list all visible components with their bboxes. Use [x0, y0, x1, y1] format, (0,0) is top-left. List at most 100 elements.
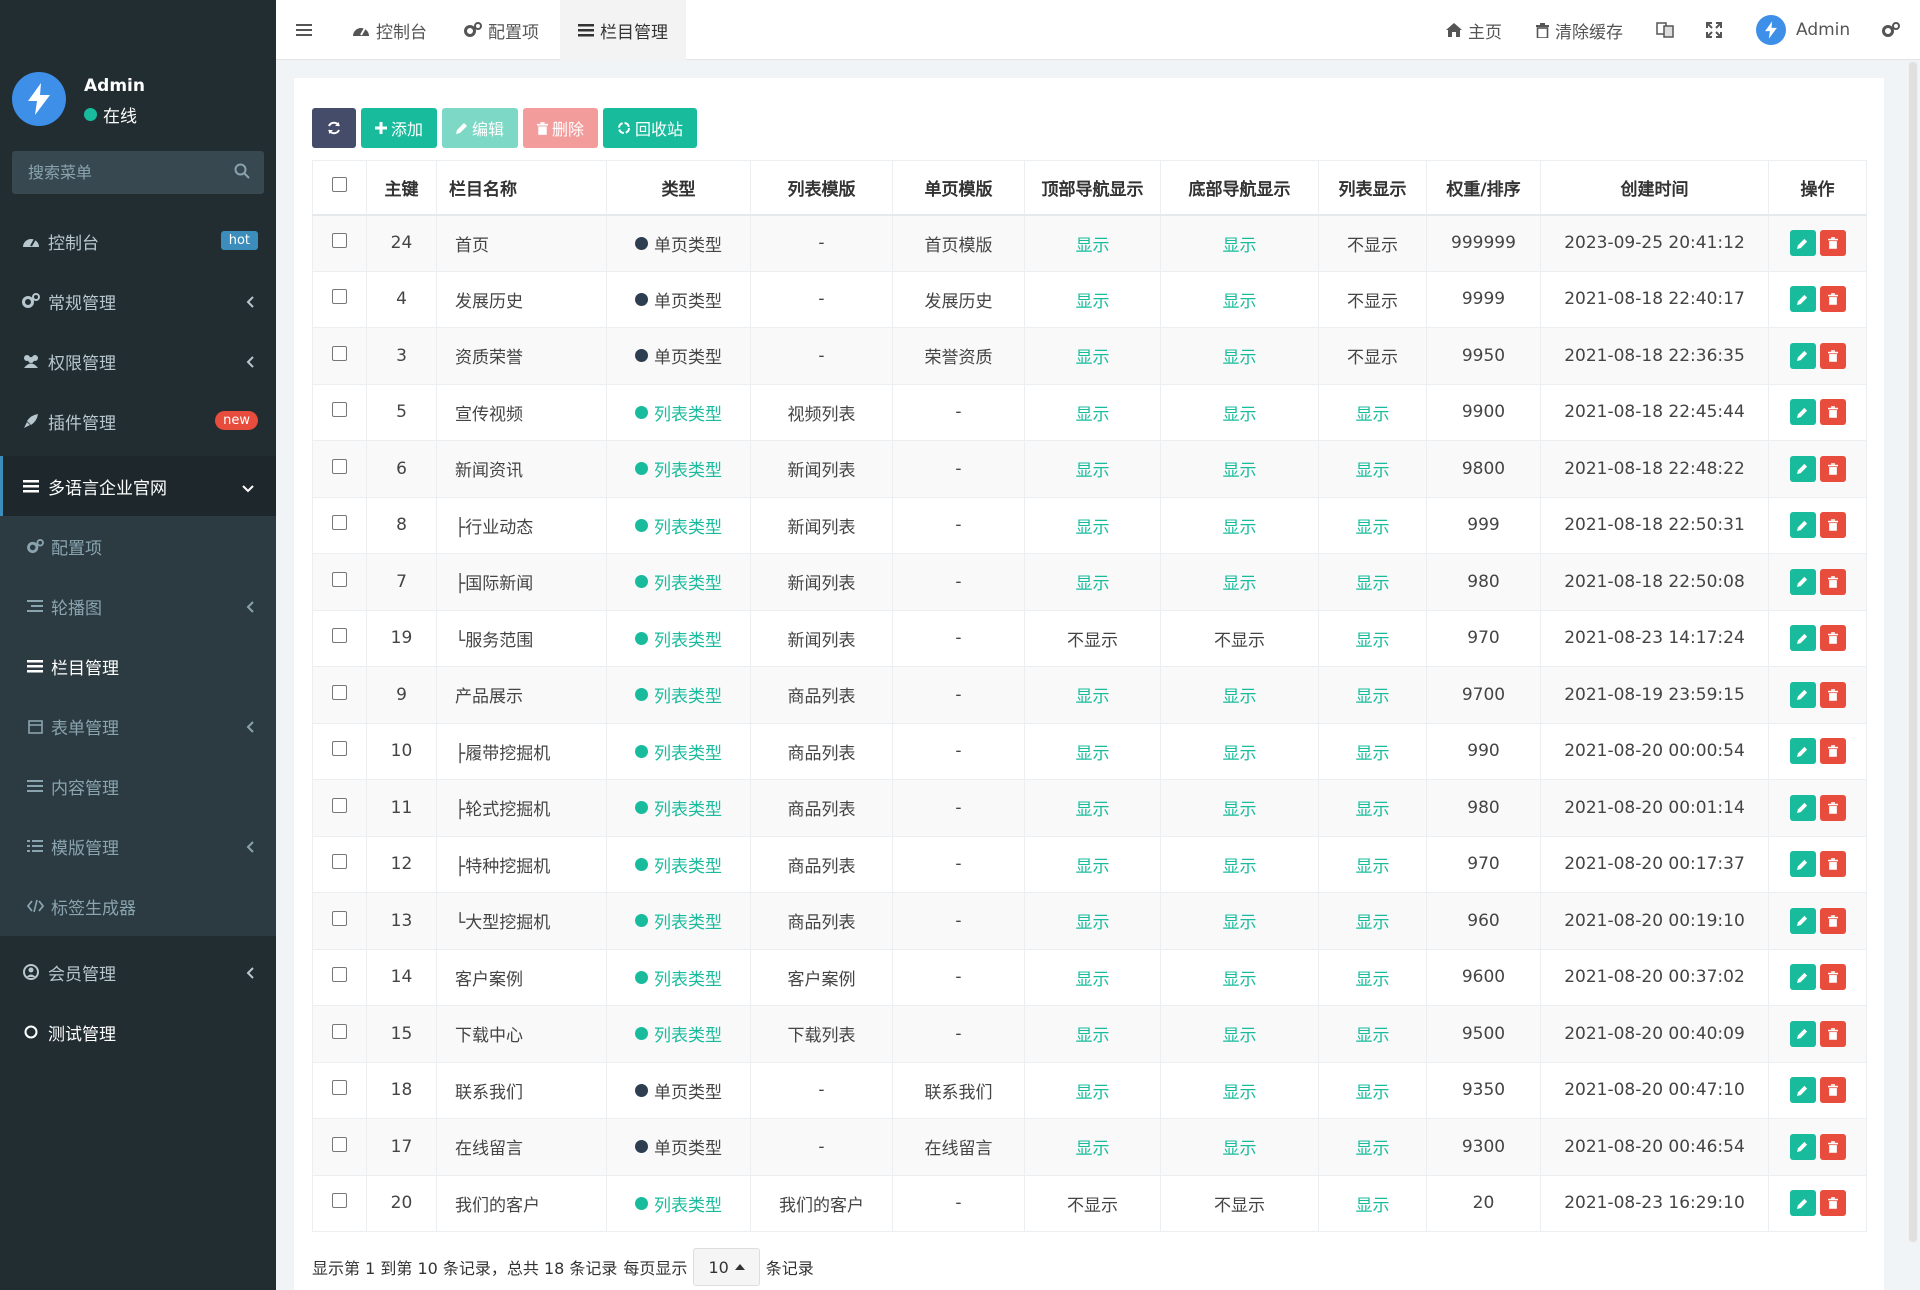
table-row[interactable]: 13 └大型挖掘机 列表类型 商品列表 - 显示 显示 显示 960 2021-08-20 00:… — [312, 892, 1867, 950]
row-delete-button[interactable] — [1819, 512, 1846, 539]
fullscreen-button[interactable] — [1706, 0, 1722, 60]
row-delete-button[interactable] — [1819, 964, 1846, 991]
row-edit-button[interactable] — [1789, 794, 1816, 821]
table-row[interactable]: 11 ├轮式挖掘机 列表类型 商品列表 - 显示 显示 显示 980 2021-08-20 00:… — [312, 779, 1867, 837]
row-edit-button[interactable] — [1789, 851, 1816, 878]
edit-button[interactable]: 编辑 — [442, 108, 519, 148]
row-edit-button[interactable] — [1789, 512, 1816, 539]
row-checkbox[interactable] — [332, 628, 347, 644]
row-edit-button[interactable] — [1789, 342, 1816, 369]
translate-button[interactable] — [1656, 0, 1674, 60]
row-delete-button[interactable] — [1819, 681, 1846, 708]
table-row[interactable]: 7 ├国际新闻 列表类型 新闻列表 - 显示 显示 显示 980 2021-08-18 22:50… — [312, 553, 1867, 611]
row-delete-button[interactable] — [1819, 794, 1846, 821]
row-edit-button[interactable] — [1789, 964, 1816, 991]
row-checkbox[interactable] — [332, 1080, 347, 1096]
sidebar-subitem-templates[interactable]: 模版管理 — [0, 816, 276, 876]
row-edit-button[interactable] — [1789, 568, 1816, 595]
column-header[interactable]: 栏目名称 — [436, 160, 607, 216]
tab-config[interactable]: 配置项 — [464, 0, 539, 60]
sidebar-subitem-carousel[interactable]: 轮播图 — [0, 576, 276, 636]
row-delete-button[interactable] — [1819, 286, 1846, 313]
add-button[interactable]: 添加 — [361, 108, 438, 148]
row-delete-button[interactable] — [1819, 1077, 1846, 1104]
row-edit-button[interactable] — [1789, 907, 1816, 934]
home-link[interactable]: 主页 — [1446, 0, 1502, 60]
row-checkbox[interactable] — [332, 910, 347, 926]
row-select-cell[interactable] — [312, 1061, 367, 1119]
column-header[interactable]: 创建时间 — [1540, 160, 1769, 216]
row-edit-button[interactable] — [1789, 455, 1816, 482]
row-edit-button[interactable] — [1789, 230, 1816, 256]
row-edit-button[interactable] — [1789, 399, 1816, 426]
sidebar-subitem-tag-generator[interactable]: 标签生成器 — [0, 876, 276, 936]
table-row[interactable]: 20 我们的客户 列表类型 我们的客户 - 不显示 不显示 显示 20 2021-08-23 16… — [312, 1174, 1867, 1232]
row-edit-button[interactable] — [1789, 286, 1816, 313]
row-select-cell[interactable] — [312, 270, 367, 328]
table-row[interactable]: 19 └服务范围 列表类型 新闻列表 - 不显示 不显示 显示 970 2021-08-23 14… — [312, 609, 1867, 667]
table-row[interactable]: 4 发展历史 单页类型 - 发展历史 显示 显示 不显示 9999 2021-08-18 22:4… — [312, 270, 1867, 328]
row-delete-button[interactable] — [1819, 1133, 1846, 1160]
page-scrollbar[interactable] — [1908, 62, 1918, 1242]
row-select-cell[interactable] — [312, 609, 367, 667]
table-row[interactable]: 3 资质荣誉 单页类型 - 荣誉资质 显示 显示 不显示 9950 2021-08-18 22:3… — [312, 327, 1867, 385]
row-checkbox[interactable] — [332, 1193, 347, 1209]
row-checkbox[interactable] — [332, 1023, 347, 1039]
table-row[interactable]: 6 新闻资讯 列表类型 新闻列表 - 显示 显示 显示 9800 2021-08-18 22:48… — [312, 440, 1867, 498]
sidebar-item-permissions[interactable]: 权限管理 — [0, 331, 276, 391]
row-checkbox[interactable] — [332, 854, 347, 870]
row-delete-button[interactable] — [1819, 399, 1846, 426]
row-checkbox[interactable] — [332, 345, 347, 361]
row-select-cell[interactable] — [312, 1118, 367, 1176]
row-select-cell[interactable] — [312, 327, 367, 385]
row-edit-button[interactable] — [1789, 738, 1816, 765]
settings-button[interactable] — [1882, 0, 1900, 60]
row-delete-button[interactable] — [1819, 907, 1846, 934]
row-select-cell[interactable] — [312, 779, 367, 837]
row-select-cell[interactable] — [312, 1174, 367, 1232]
sidebar-item-test[interactable]: 测试管理 — [0, 1002, 276, 1062]
row-select-cell[interactable] — [312, 496, 367, 554]
sidebar-item-plugins[interactable]: 插件管理 new — [0, 391, 276, 451]
row-delete-button[interactable] — [1819, 1190, 1846, 1217]
column-header[interactable]: 顶部导航显示 — [1024, 160, 1161, 216]
row-select-cell[interactable] — [312, 440, 367, 498]
sidebar-subitem-content[interactable]: 内容管理 — [0, 756, 276, 816]
row-select-cell[interactable] — [312, 666, 367, 724]
row-select-cell[interactable] — [312, 553, 367, 611]
table-row[interactable]: 18 联系我们 单页类型 - 联系我们 显示 显示 显示 9350 2021-08-20 00:4… — [312, 1061, 1867, 1119]
table-row[interactable]: 24 首页 单页类型 - 首页模版 显示 显示 不显示 999999 2023-09-25 20:… — [312, 214, 1867, 272]
row-checkbox[interactable] — [332, 233, 347, 248]
tab-dashboard[interactable]: 控制台 — [352, 0, 427, 60]
row-checkbox[interactable] — [332, 458, 347, 474]
table-row[interactable]: 12 ├特种挖掘机 列表类型 商品列表 - 显示 显示 显示 970 2021-08-20 00:… — [312, 835, 1867, 893]
table-row[interactable]: 17 在线留言 单页类型 - 在线留言 显示 显示 显示 9300 2021-08-20 00:4… — [312, 1118, 1867, 1176]
row-checkbox[interactable] — [332, 515, 347, 531]
table-row[interactable]: 10 ├履带挖掘机 列表类型 商品列表 - 显示 显示 显示 990 2021-08-20 00:… — [312, 722, 1867, 780]
row-delete-button[interactable] — [1819, 455, 1846, 482]
table-row[interactable]: 5 宣传视频 列表类型 视频列表 - 显示 显示 显示 9900 2021-08-18 22:45… — [312, 383, 1867, 441]
delete-button[interactable]: 删除 — [523, 108, 599, 148]
row-select-cell[interactable] — [312, 892, 367, 950]
tab-columns[interactable]: 栏目管理 — [560, 0, 686, 60]
row-checkbox[interactable] — [332, 289, 347, 305]
column-header[interactable]: 底部导航显示 — [1160, 160, 1319, 216]
sidebar-item-members[interactable]: 会员管理 — [0, 942, 276, 1002]
row-edit-button[interactable] — [1789, 1020, 1816, 1047]
column-header[interactable]: 权重/排序 — [1426, 160, 1541, 216]
sidebar-subitem-columns[interactable]: 栏目管理 — [0, 636, 276, 696]
row-delete-button[interactable] — [1819, 342, 1846, 369]
user-menu[interactable]: Admin — [1756, 0, 1850, 60]
page-size-select[interactable]: 10 — [693, 1248, 760, 1286]
row-delete-button[interactable] — [1819, 738, 1846, 765]
row-delete-button[interactable] — [1819, 625, 1846, 652]
row-select-cell[interactable] — [312, 835, 367, 893]
row-delete-button[interactable] — [1819, 1020, 1846, 1047]
row-edit-button[interactable] — [1789, 1190, 1816, 1217]
row-checkbox[interactable] — [332, 402, 347, 418]
select-all-cell[interactable] — [312, 160, 367, 216]
recycle-bin-button[interactable]: 回收站 — [603, 108, 698, 148]
scrollbar-thumb[interactable] — [1909, 62, 1917, 1242]
row-edit-button[interactable] — [1789, 625, 1816, 652]
row-edit-button[interactable] — [1789, 1133, 1816, 1160]
